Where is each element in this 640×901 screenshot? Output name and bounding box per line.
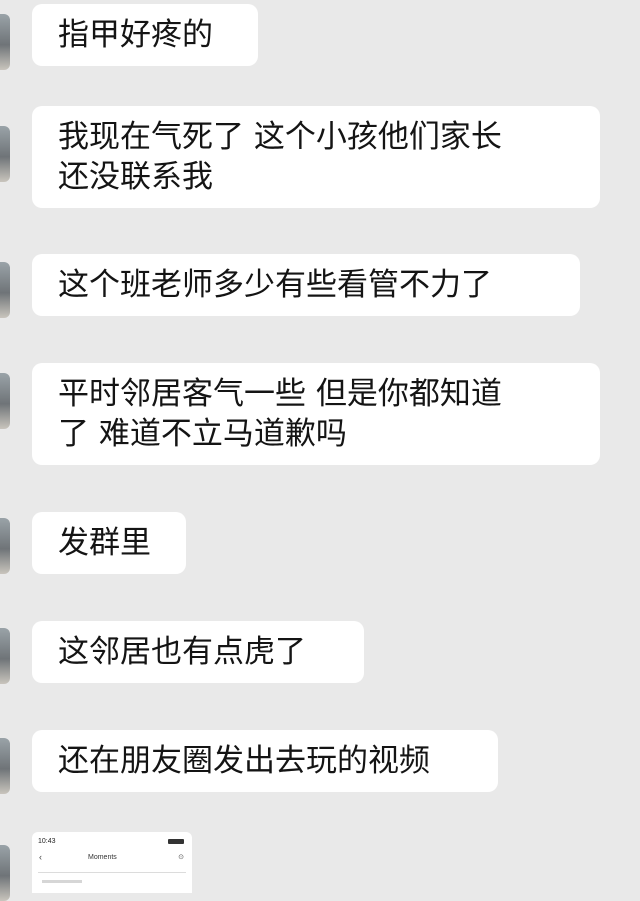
message-bubble[interactable]: 这邻居也有点虎了 bbox=[32, 621, 364, 683]
message-text: 我现在气死了 这个小孩他们家长 bbox=[58, 119, 502, 155]
avatar[interactable] bbox=[0, 518, 10, 574]
avatar[interactable] bbox=[0, 373, 10, 429]
battery-icon bbox=[168, 839, 184, 844]
avatar[interactable] bbox=[0, 14, 10, 70]
chevron-left-icon: ‹ bbox=[39, 852, 42, 862]
message-text: 指甲好疼的 bbox=[58, 17, 213, 53]
thumbnail-status-time: 10:43 bbox=[38, 838, 56, 845]
text-placeholder-line bbox=[42, 880, 82, 883]
avatar[interactable] bbox=[0, 126, 10, 182]
message-bubble[interactable]: 我现在气死了 这个小孩他们家长 还没联系我 bbox=[32, 106, 600, 208]
message-bubble[interactable]: 这个班老师多少有些看管不力了 bbox=[32, 254, 580, 316]
thumbnail-title: Moments bbox=[88, 854, 117, 861]
message-bubble[interactable]: 还在朋友圈发出去玩的视频 bbox=[32, 730, 498, 792]
message-text: 还没联系我 bbox=[58, 159, 213, 195]
message-text: 了 难道不立马道歉吗 bbox=[58, 416, 347, 452]
message-text: 这邻居也有点虎了 bbox=[58, 634, 306, 670]
message-text: 还在朋友圈发出去玩的视频 bbox=[58, 743, 430, 779]
divider bbox=[38, 872, 186, 873]
avatar[interactable] bbox=[0, 738, 10, 794]
message-text: 这个班老师多少有些看管不力了 bbox=[58, 267, 492, 303]
message-bubble[interactable]: 发群里 bbox=[32, 512, 186, 574]
message-text: 平时邻居客气一些 但是你都知道 bbox=[58, 376, 502, 412]
message-bubble[interactable]: 指甲好疼的 bbox=[32, 4, 258, 66]
message-text: 发群里 bbox=[58, 525, 151, 561]
image-message-thumbnail[interactable]: 10:43 ‹ Moments ⊙ bbox=[32, 832, 192, 893]
avatar[interactable] bbox=[0, 628, 10, 684]
message-bubble[interactable]: 平时邻居客气一些 但是你都知道 了 难道不立马道歉吗 bbox=[32, 363, 600, 465]
more-icon: ⊙ bbox=[178, 854, 184, 861]
avatar[interactable] bbox=[0, 262, 10, 318]
